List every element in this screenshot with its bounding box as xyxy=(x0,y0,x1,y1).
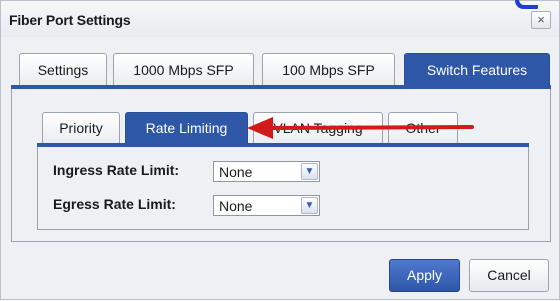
dialog-titlebar: Fiber Port Settings × xyxy=(1,0,559,37)
tab-100-mbps-sfp-label: 100 Mbps SFP xyxy=(282,62,375,78)
apply-button-label: Apply xyxy=(406,267,443,283)
close-button[interactable]: × xyxy=(531,11,551,29)
tab-settings-label: Settings xyxy=(37,62,89,78)
subtab-priority[interactable]: Priority xyxy=(42,112,120,144)
egress-rate-limit-label: Egress Rate Limit: xyxy=(53,196,176,212)
apply-button[interactable]: Apply xyxy=(389,259,460,292)
egress-rate-limit-value: None xyxy=(219,198,253,214)
chevron-down-icon[interactable]: ▼ xyxy=(301,197,318,214)
ingress-rate-limit-value: None xyxy=(219,164,253,180)
cancel-button[interactable]: Cancel xyxy=(469,259,549,292)
ingress-rate-limit-label: Ingress Rate Limit: xyxy=(53,162,180,178)
subtab-vlan-tagging-label: VLAN Tagging xyxy=(273,120,363,136)
corner-mark-icon xyxy=(513,0,541,9)
tab-100-mbps-sfp[interactable]: 100 Mbps SFP xyxy=(262,53,395,86)
cancel-button-label: Cancel xyxy=(487,267,531,283)
subtab-vlan-tagging[interactable]: VLAN Tagging xyxy=(253,112,383,144)
dialog-title: Fiber Port Settings xyxy=(9,12,131,28)
fiber-port-settings-dialog: Fiber Port Settings × Settings 1000 Mbps… xyxy=(0,0,560,300)
tab-1000-mbps-sfp[interactable]: 1000 Mbps SFP xyxy=(113,53,254,86)
rate-limiting-panel xyxy=(37,147,529,230)
tab-settings[interactable]: Settings xyxy=(19,53,107,86)
close-icon: × xyxy=(537,12,545,27)
subtab-other-label: Other xyxy=(405,120,441,136)
tab-switch-features[interactable]: Switch Features xyxy=(404,53,550,86)
subtab-rate-limiting-label: Rate Limiting xyxy=(145,120,228,136)
chevron-down-icon[interactable]: ▼ xyxy=(301,163,318,180)
ingress-rate-limit-select[interactable]: None ▼ xyxy=(213,161,320,182)
tab-switch-features-label: Switch Features xyxy=(426,62,528,78)
subtab-rate-limiting[interactable]: Rate Limiting xyxy=(125,112,248,144)
subtab-priority-label: Priority xyxy=(59,120,103,136)
tab-1000-mbps-sfp-label: 1000 Mbps SFP xyxy=(133,62,234,78)
egress-rate-limit-select[interactable]: None ▼ xyxy=(213,195,320,216)
subtab-other[interactable]: Other xyxy=(388,112,458,144)
